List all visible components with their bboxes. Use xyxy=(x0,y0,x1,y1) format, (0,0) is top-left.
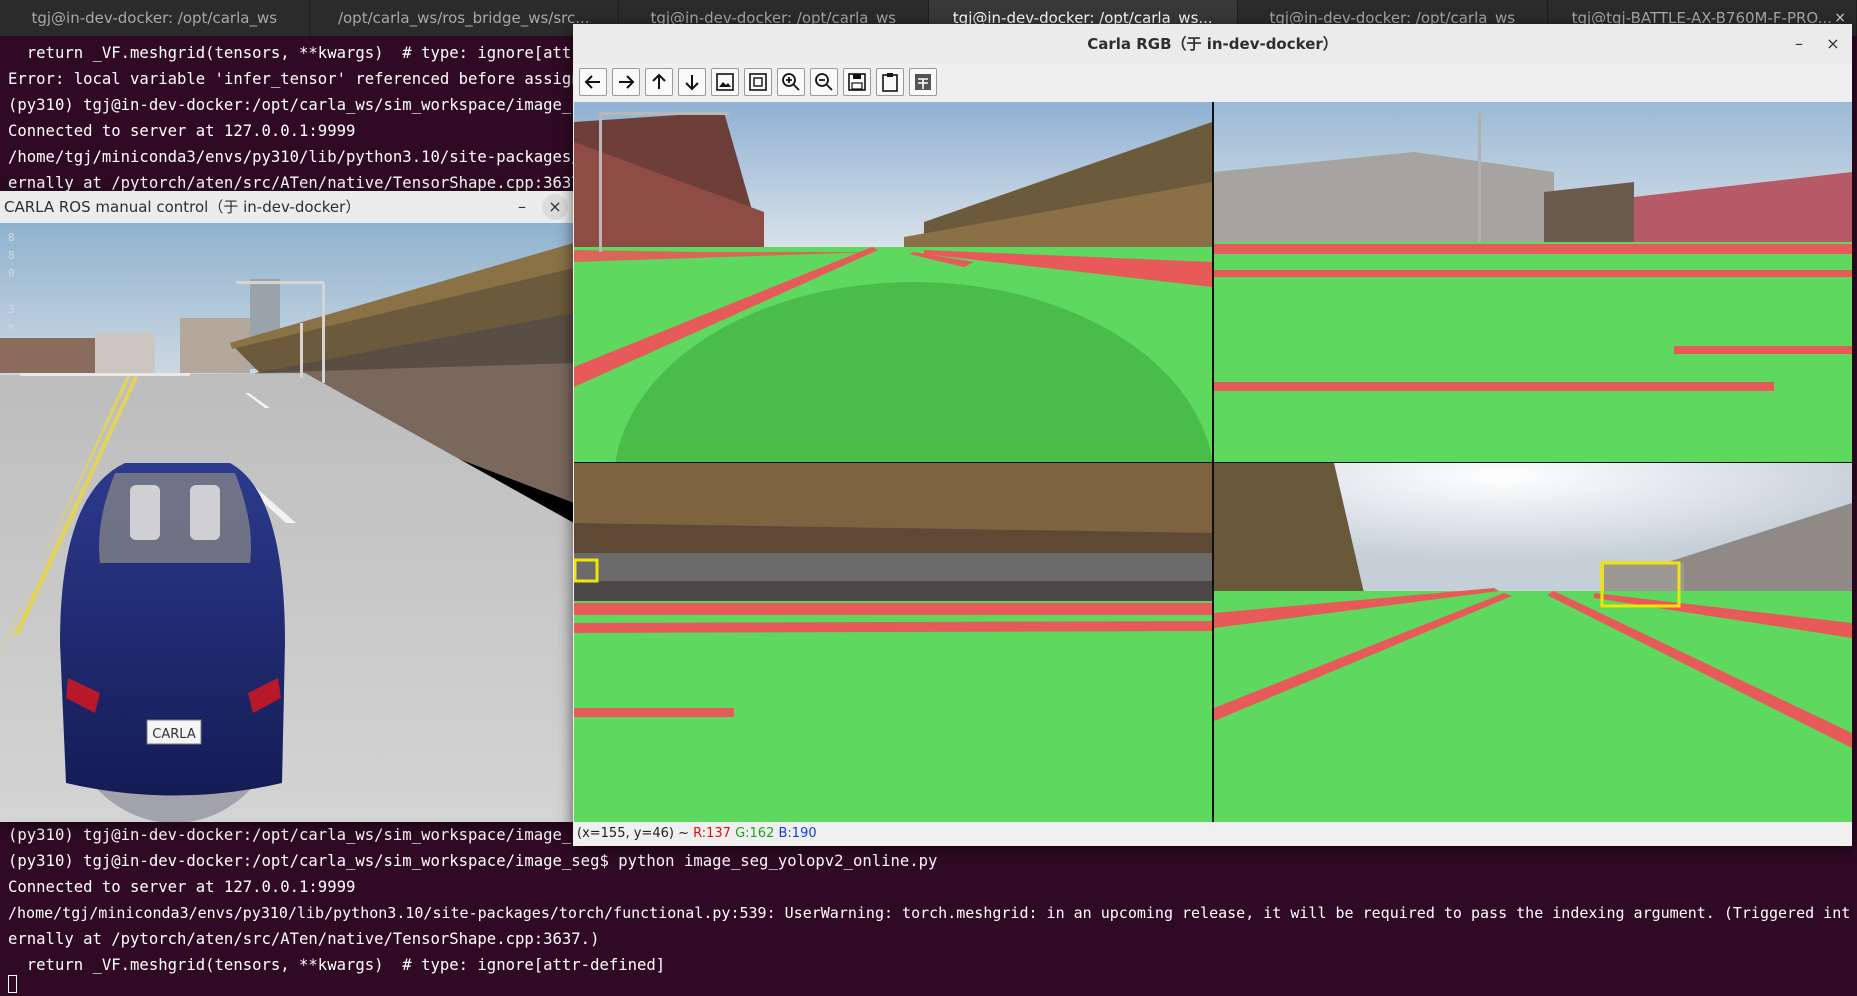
segmentation-frame xyxy=(1214,102,1852,462)
hud-text: 0 xyxy=(8,267,15,280)
terminal-line: (py310) tgj@in-dev-docker:/opt/carla_ws/… xyxy=(8,852,938,870)
camera-view-rear-right[interactable] xyxy=(1214,463,1852,822)
pan-left-button[interactable] xyxy=(579,68,607,96)
camera-view-rear-left[interactable] xyxy=(574,463,1212,822)
third-person-scene: CARLA xyxy=(0,223,574,822)
pan-up-button[interactable] xyxy=(645,68,673,96)
terminal-line: Error: local variable 'infer_tensor' ref… xyxy=(8,70,619,88)
cursor-coordinates: (x=155, y=46) ~ xyxy=(577,826,689,841)
zoom-fit-button[interactable] xyxy=(744,68,772,96)
window-title: CARLA ROS manual control（于 in-dev-docker… xyxy=(4,198,361,216)
terminal-cursor xyxy=(8,975,17,993)
pixel-green-value: G:162 xyxy=(735,826,775,841)
manual-control-titlebar[interactable]: CARLA ROS manual control（于 in-dev-docker… xyxy=(0,191,574,223)
arrow-up-icon xyxy=(652,73,666,89)
segmentation-frame xyxy=(574,463,1212,822)
segmentation-frame xyxy=(1214,463,1852,822)
pan-right-button[interactable] xyxy=(612,68,640,96)
save-icon xyxy=(848,73,866,91)
hud-text: 8 xyxy=(8,249,15,262)
properties-button[interactable] xyxy=(909,68,937,96)
manual-control-window[interactable]: CARLA ROS manual control（于 in-dev-docker… xyxy=(0,191,574,822)
camera-view-front-right[interactable] xyxy=(1214,102,1852,462)
close-icon[interactable]: × xyxy=(542,194,568,220)
terminal-line: /home/tgj/miniconda3/envs/py310/lib/pyth… xyxy=(8,904,1851,922)
terminal-tab-label: tgj@in-dev-docker: /opt/carla_ws xyxy=(31,9,278,27)
minimize-icon[interactable]: – xyxy=(1786,31,1812,57)
minimize-icon[interactable]: – xyxy=(509,194,535,220)
terminal-line: return _VF.meshgrid(tensors, **kwargs) #… xyxy=(8,44,666,62)
image-icon xyxy=(716,73,734,91)
pixel-red-value: R:137 xyxy=(693,826,731,841)
pixel-info-statusbar: (x=155, y=46) ~ R:137 G:162 B:190 xyxy=(573,822,1852,846)
license-plate: CARLA xyxy=(152,727,196,742)
carla-rgb-titlebar[interactable]: Carla RGB（于 in-dev-docker） – × xyxy=(573,24,1852,64)
arrow-right-icon xyxy=(619,75,635,89)
properties-icon xyxy=(915,74,931,90)
zoom-out-button[interactable] xyxy=(810,68,838,96)
terminal-line: Connected to server at 127.0.0.1:9999 xyxy=(8,122,356,140)
hud-text: 8 xyxy=(8,231,15,244)
camera-view-front-left[interactable] xyxy=(574,102,1212,462)
zoom-original-button[interactable] xyxy=(711,68,739,96)
zoom-in-icon xyxy=(782,73,800,91)
zoom-in-button[interactable] xyxy=(777,68,805,96)
arrow-down-icon xyxy=(685,75,699,91)
terminal-line: Connected to server at 127.0.0.1:9999 xyxy=(8,878,356,896)
pixel-blue-value: B:190 xyxy=(778,826,817,841)
hud-text: 3 xyxy=(8,303,15,316)
zoom-out-icon xyxy=(815,73,833,91)
save-image-button[interactable] xyxy=(843,68,871,96)
image-toolbar xyxy=(573,64,1852,102)
terminal-line: ernally at /pytorch/aten/src/ATen/native… xyxy=(8,930,600,948)
pan-down-button[interactable] xyxy=(678,68,706,96)
arrow-left-icon xyxy=(584,75,600,89)
terminal-tab-1[interactable]: tgj@in-dev-docker: /opt/carla_ws xyxy=(0,0,310,36)
terminal-line: return _VF.meshgrid(tensors, **kwargs) #… xyxy=(8,956,666,974)
terminal-tab-label: /opt/carla_ws/ros_bridge_ws/src... xyxy=(337,9,590,27)
image-settings-icon xyxy=(749,73,767,91)
segmentation-image-grid[interactable] xyxy=(574,102,1852,822)
hud-text: h xyxy=(8,321,15,334)
close-icon[interactable]: × xyxy=(1820,31,1846,57)
terminal-line: (py310) tgj@in-dev-docker:/opt/carla_ws/… xyxy=(8,826,609,844)
manual-control-camera-view[interactable]: CARLA 8 8 0 3 h xyxy=(0,223,574,822)
carla-rgb-window[interactable]: Carla RGB（于 in-dev-docker） – × (x=155, y… xyxy=(573,24,1852,846)
clipboard-icon xyxy=(882,73,898,92)
copy-image-button[interactable] xyxy=(876,68,904,96)
segmentation-frame xyxy=(574,102,1212,462)
window-title: Carla RGB（于 in-dev-docker） xyxy=(1087,35,1338,53)
